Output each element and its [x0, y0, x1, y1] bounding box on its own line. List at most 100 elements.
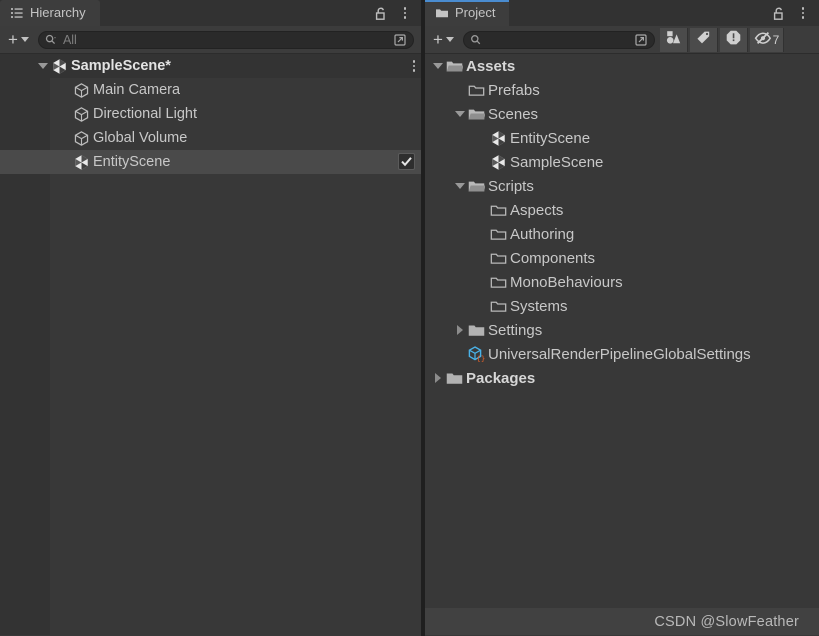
row-active-checkbox[interactable] [398, 153, 415, 170]
project-row[interactable]: Scripts [425, 174, 819, 198]
hierarchy-add-button[interactable]: + [4, 30, 33, 50]
project-row[interactable]: EntityScene [425, 126, 819, 150]
hierarchy-search-input[interactable]: All [37, 30, 414, 49]
project-search-input[interactable] [462, 30, 655, 49]
hierarchy-row[interactable]: Main Camera [0, 78, 421, 102]
hierarchy-row[interactable]: SampleScene* [0, 54, 421, 78]
hierarchy-tab-label: Hierarchy [30, 5, 86, 20]
project-row-label: SampleScene [510, 153, 604, 171]
twisty-collapsed-icon[interactable] [431, 366, 445, 390]
open-in-new-icon[interactable] [632, 31, 650, 49]
hierarchy-row[interactable]: Directional Light [0, 102, 421, 126]
hierarchy-row-label: Main Camera [93, 82, 181, 98]
gameobject-cube-icon [72, 129, 90, 147]
twisty-expanded-icon[interactable] [453, 102, 467, 126]
project-row[interactable]: MonoBehaviours [425, 270, 819, 294]
project-row[interactable]: {} UniversalRenderPipelineGlobalSettings [425, 342, 819, 366]
twisty-collapsed-icon[interactable] [453, 318, 467, 342]
warnings-filter-button[interactable] [719, 27, 748, 52]
hierarchy-tabbar: Hierarchy [0, 0, 421, 26]
plus-icon: + [433, 30, 443, 49]
folder-outline-icon [489, 297, 507, 315]
folder-solid-icon [467, 321, 485, 339]
project-row-label: EntityScene [510, 129, 591, 147]
filter-by-label-button[interactable] [689, 27, 718, 52]
hierarchy-row[interactable]: Global Volume [0, 126, 421, 150]
chevron-down-icon[interactable] [445, 37, 454, 42]
unity-scene-icon [489, 153, 507, 171]
hierarchy-tree[interactable]: SampleScene* Main Camera Directional Lig… [0, 54, 421, 635]
scriptable-object-icon: {} [467, 345, 485, 363]
plus-icon: + [8, 30, 18, 49]
project-add-button[interactable]: + [429, 30, 458, 50]
project-row-label: Assets [466, 57, 516, 75]
svg-text:{}: {} [476, 354, 485, 363]
project-row[interactable]: SampleScene [425, 150, 819, 174]
project-row[interactable]: Assets [425, 54, 819, 78]
hierarchy-tab-controls [373, 0, 417, 26]
project-row-label: Scripts [488, 177, 534, 195]
project-row-label: Systems [510, 297, 568, 315]
search-icon [470, 34, 482, 46]
project-row[interactable]: Components [425, 246, 819, 270]
folder-solid-icon [445, 369, 463, 387]
project-tab-label: Project [455, 5, 496, 20]
project-row[interactable]: Packages [425, 366, 819, 390]
project-row-label: Authoring [510, 225, 575, 243]
kebab-menu-icon[interactable] [397, 4, 413, 22]
filter-by-type-button[interactable] [659, 27, 688, 52]
folder-icon [435, 6, 449, 20]
unity-scene-icon [489, 129, 507, 147]
project-row[interactable]: Systems [425, 294, 819, 318]
project-tree[interactable]: Assets Prefabs Scenes EntityScene Sample… [425, 54, 819, 635]
folder-outline-icon [489, 201, 507, 219]
tab-project[interactable]: Project [425, 0, 510, 26]
twisty-expanded-icon[interactable] [453, 174, 467, 198]
watermark-text: CSDN @SlowFeather [654, 613, 799, 630]
folder-outline-icon [467, 81, 485, 99]
project-row[interactable]: Scenes [425, 102, 819, 126]
project-panel: Project + 7 Assets Prefabs Scenes Entity… [425, 0, 819, 636]
project-row[interactable]: Settings [425, 318, 819, 342]
folder-open-icon [467, 105, 485, 123]
folder-outline-icon [489, 273, 507, 291]
folder-open-icon [445, 57, 463, 75]
folder-open-icon [467, 177, 485, 195]
hidden-items-button[interactable]: 7 [749, 27, 784, 52]
project-row-label: UniversalRenderPipelineGlobalSettings [488, 345, 751, 363]
lock-open-icon[interactable] [373, 4, 389, 22]
shapes-filter-icon [665, 29, 682, 51]
gameobject-cube-icon [72, 105, 90, 123]
tab-hierarchy[interactable]: Hierarchy [0, 0, 100, 26]
chevron-down-icon[interactable] [20, 37, 29, 42]
twisty-expanded-icon[interactable] [431, 54, 445, 78]
eye-off-icon [754, 30, 772, 50]
project-row[interactable]: Authoring [425, 222, 819, 246]
twisty-expanded-icon[interactable] [36, 54, 50, 78]
lock-open-icon[interactable] [771, 4, 787, 22]
hierarchy-search-placeholder: All [62, 32, 77, 47]
project-row-label: Prefabs [488, 81, 540, 99]
folder-outline-icon [489, 225, 507, 243]
gameobject-cube-icon [72, 81, 90, 99]
hierarchy-list-icon [10, 6, 24, 20]
hierarchy-toolbar: + All [0, 26, 421, 54]
open-in-new-icon[interactable] [391, 31, 409, 49]
hierarchy-row-label: EntityScene [93, 154, 171, 170]
hierarchy-row[interactable]: EntityScene [0, 150, 421, 174]
unity-scene-icon [50, 57, 68, 75]
kebab-menu-icon[interactable] [795, 4, 811, 22]
row-kebab-menu-icon[interactable] [412, 54, 415, 78]
project-row[interactable]: Aspects [425, 198, 819, 222]
project-row[interactable]: Prefabs [425, 78, 819, 102]
